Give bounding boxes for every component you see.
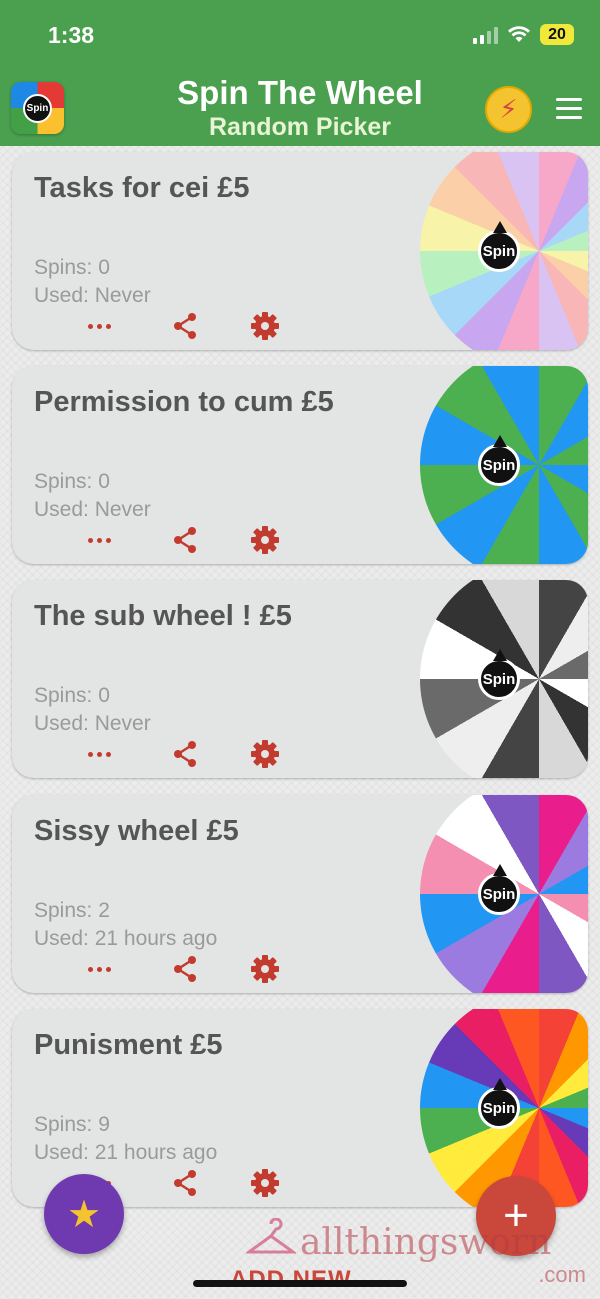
wheel-spin-hub[interactable]: Spin [478,1078,520,1129]
wheel-spin-hub[interactable]: Spin [478,864,520,915]
card-spins: Spins: 0 [34,470,110,493]
wheel-spin-hub[interactable]: Spin [478,649,520,700]
card-used: Used: Never [34,498,151,521]
wheel-card[interactable]: Spin Permission to cum £5 Spins: 0 Used:… [12,366,588,564]
share-icon[interactable] [172,526,198,554]
wheel-spin-hub[interactable]: Spin [478,221,520,272]
card-actions [88,526,288,554]
wheel-spin-hub[interactable]: Spin [478,435,520,486]
hamburger-menu-icon[interactable] [556,98,582,125]
more-options-icon[interactable] [88,752,111,757]
card-spins: Spins: 0 [34,256,110,279]
wheel-card[interactable]: Spin Tasks for cei £5 Spins: 0 Used: Nev… [12,152,588,350]
card-spins: Spins: 2 [34,899,110,922]
card-actions [88,740,288,768]
gear-icon[interactable] [250,311,280,341]
favorites-star-button[interactable]: ★ [44,1174,124,1254]
card-used: Used: Never [34,284,151,307]
gear-icon[interactable] [250,954,280,984]
share-icon[interactable] [172,1169,198,1197]
more-options-icon[interactable] [88,538,111,543]
card-title[interactable]: Sissy wheel £5 [34,811,334,851]
lightning-icon[interactable]: ⚡ [485,86,532,133]
gear-icon[interactable] [250,1168,280,1198]
home-indicator [193,1280,407,1287]
app-header: 1:38 20 Spin Spin The Wheel Random Picke… [0,0,600,146]
more-options-icon[interactable] [88,324,111,329]
card-title[interactable]: Permission to cum £5 [34,382,334,422]
wheel-card[interactable]: Spin The sub wheel ! £5 Spins: 0 Used: N… [12,580,588,778]
card-used: Used: Never [34,712,151,735]
watermark-suffix: .com [538,1262,586,1287]
wifi-icon [508,26,530,42]
card-spins: Spins: 0 [34,684,110,707]
status-time: 1:38 [48,22,95,48]
share-icon[interactable] [172,955,198,983]
more-options-icon[interactable] [88,967,111,972]
gear-icon[interactable] [250,525,280,555]
card-title[interactable]: Tasks for cei £5 [34,168,334,208]
card-actions [88,955,288,983]
card-title[interactable]: The sub wheel ! £5 [34,596,334,636]
gear-icon[interactable] [250,739,280,769]
share-icon[interactable] [172,312,198,340]
hanger-icon [246,1218,296,1254]
share-icon[interactable] [172,740,198,768]
wheel-card[interactable]: Spin Sissy wheel £5 Spins: 2 Used: 21 ho… [12,795,588,993]
card-spins: Spins: 9 [34,1113,110,1136]
watermark-text: allthingsworn [300,1222,552,1263]
battery-indicator: 20 [540,24,574,45]
card-used: Used: 21 hours ago [34,927,218,950]
card-title[interactable]: Punisment £5 [34,1025,334,1065]
signal-icon [473,26,498,44]
watermark: allthingsworn .com [246,1218,592,1288]
card-actions [88,312,288,340]
status-icons: 20 [473,24,574,45]
card-used: Used: 21 hours ago [34,1141,218,1164]
